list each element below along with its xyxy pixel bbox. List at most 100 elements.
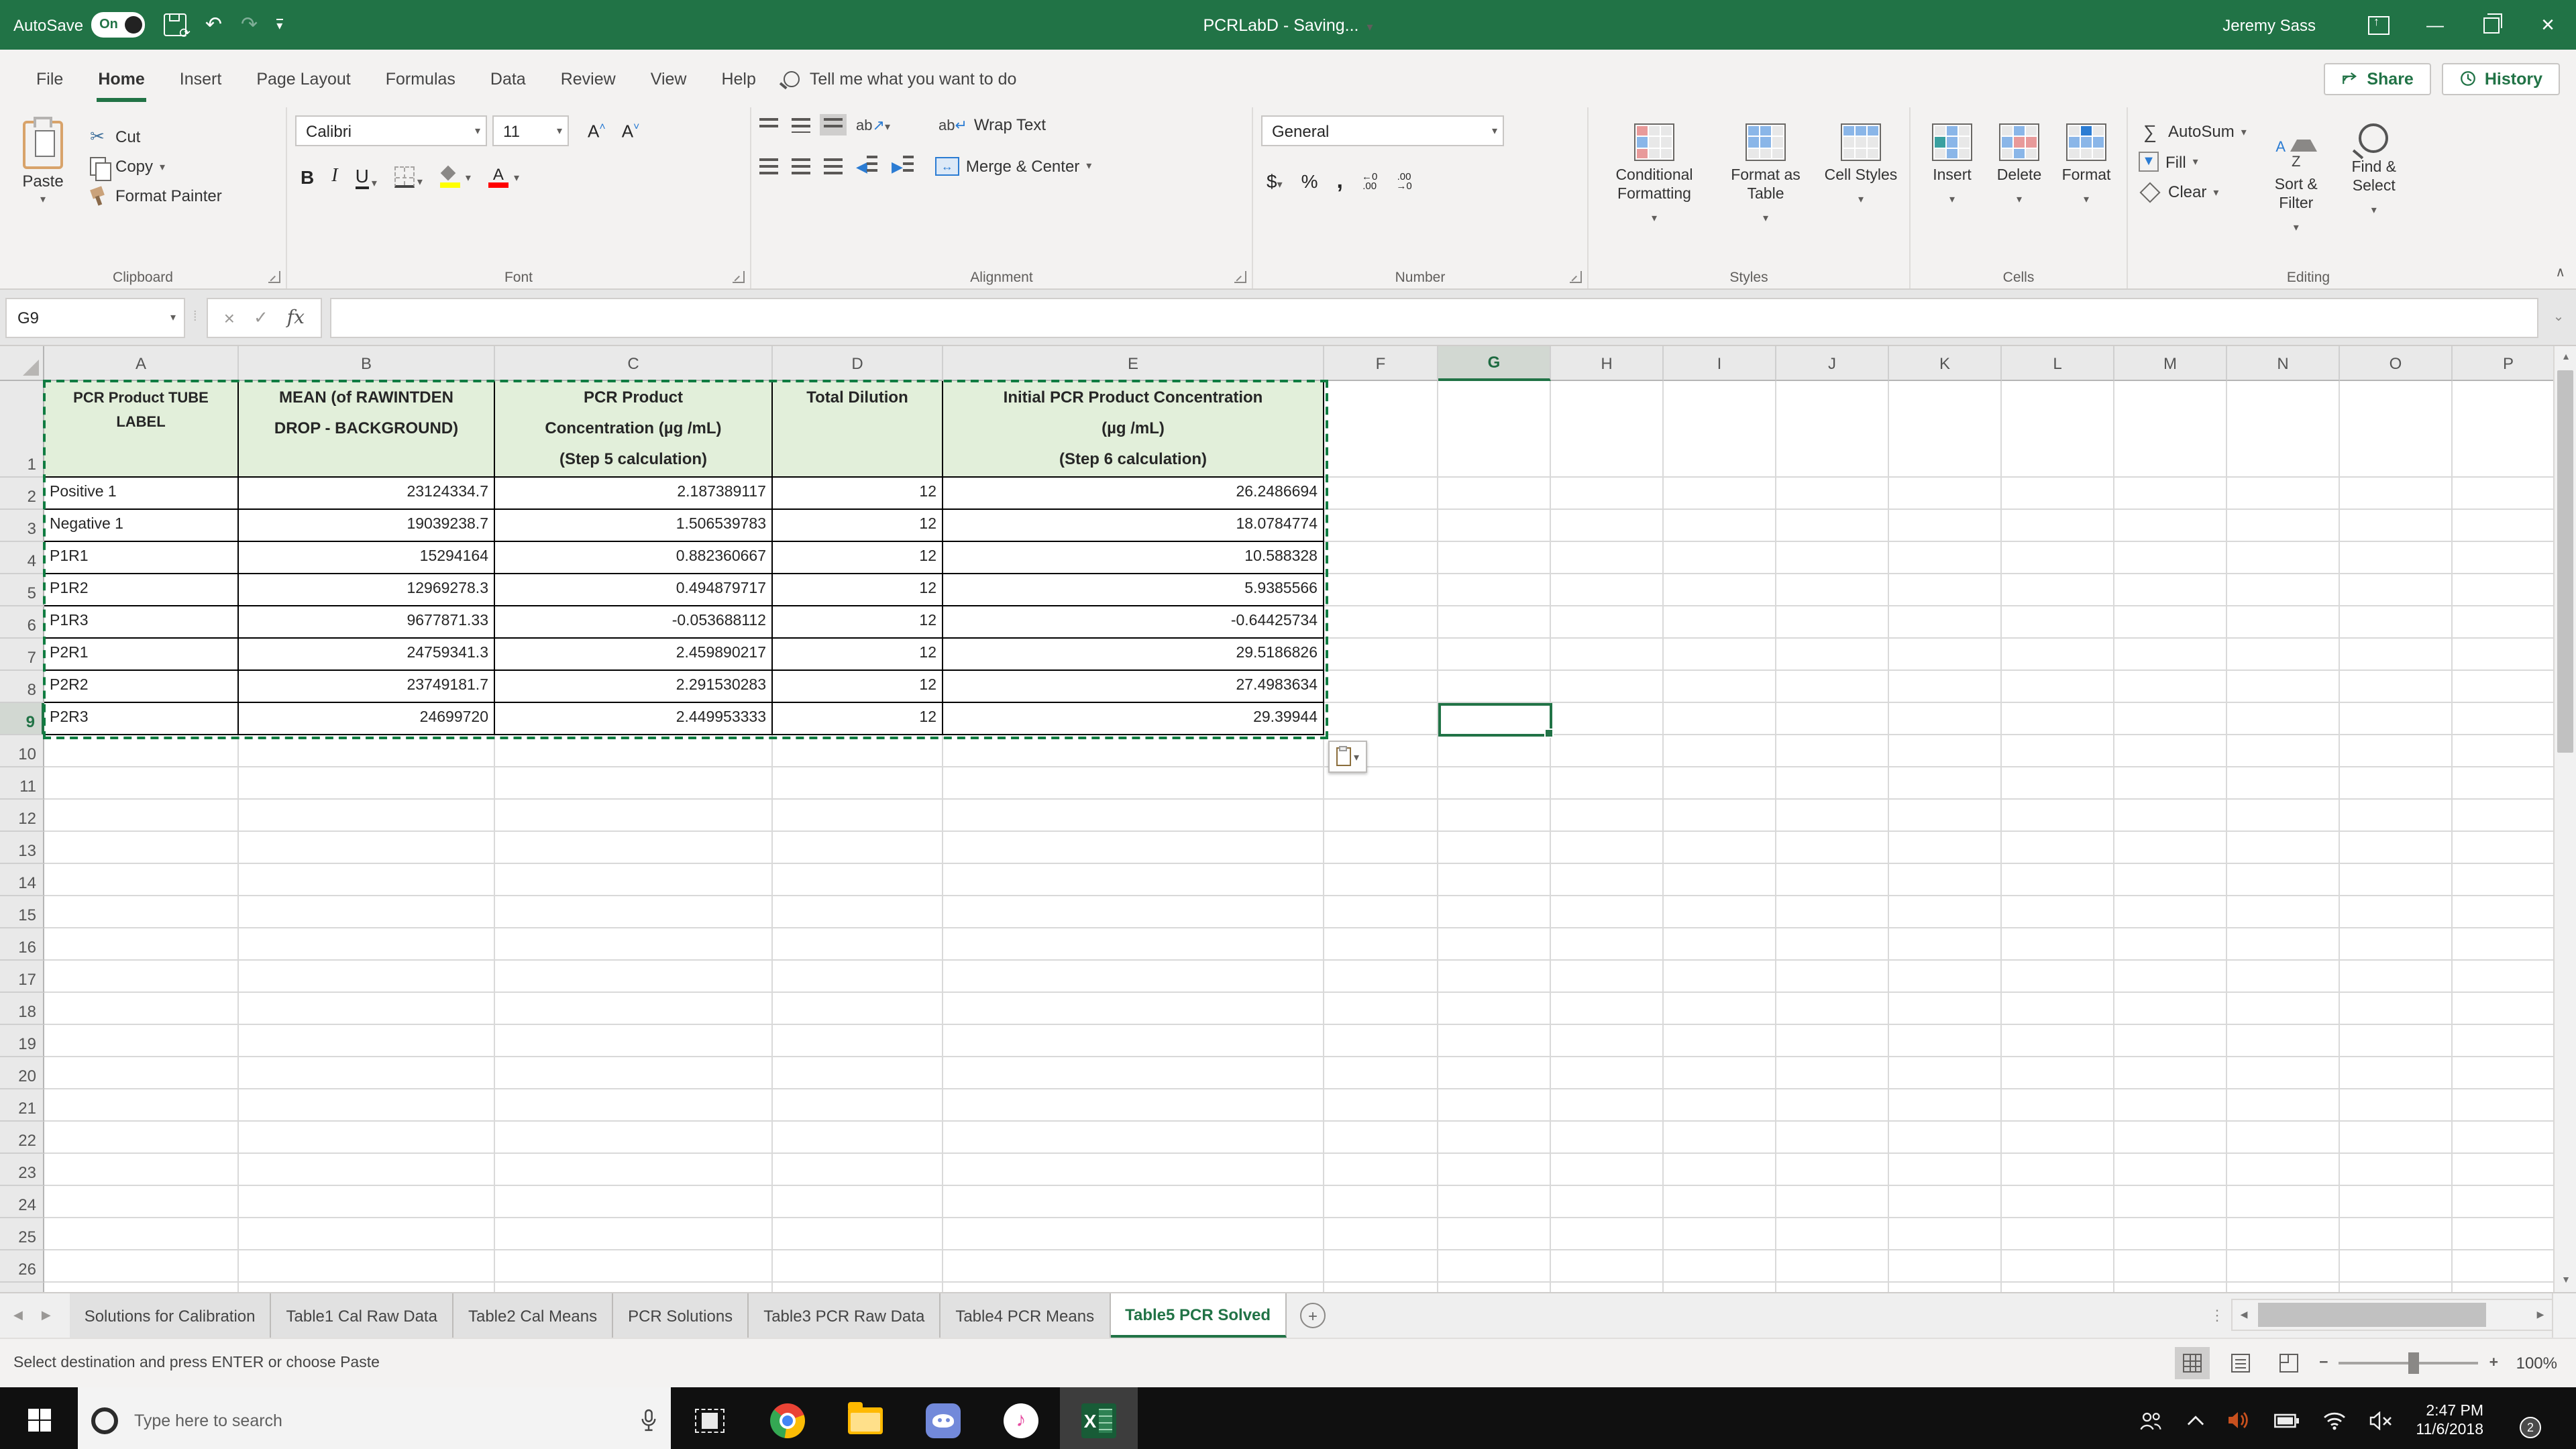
format-as-table-button[interactable]: Format as Table ▾: [1712, 115, 1819, 264]
column-header-D[interactable]: D: [773, 346, 943, 381]
cell-D6[interactable]: 12: [773, 606, 943, 639]
percent-style-button[interactable]: %: [1301, 170, 1318, 192]
cell-A5[interactable]: P1R2: [44, 574, 239, 606]
row-header-18[interactable]: 18: [0, 993, 44, 1025]
cell-D2[interactable]: 12: [773, 478, 943, 510]
tab-help[interactable]: Help: [704, 50, 773, 107]
cut-button[interactable]: ✂ Cut: [86, 126, 222, 148]
delete-cells-button[interactable]: Delete ▾: [1986, 115, 2053, 264]
speaker-muted-icon[interactable]: [2369, 1411, 2393, 1430]
enter-button[interactable]: ✓: [254, 307, 268, 328]
cell-B2[interactable]: 23124334.7: [239, 478, 495, 510]
taskbar-app-discord[interactable]: [904, 1387, 982, 1449]
tab-file[interactable]: File: [19, 50, 80, 107]
history-button[interactable]: History: [2441, 62, 2560, 95]
tab-review[interactable]: Review: [543, 50, 633, 107]
find-select-button[interactable]: Find & Select ▾: [2335, 115, 2413, 264]
cell-D9[interactable]: 12: [773, 703, 943, 735]
column-header-M[interactable]: M: [2114, 346, 2227, 381]
customize-qat-button[interactable]: ▾: [276, 18, 283, 32]
row-header-17[interactable]: 17: [0, 961, 44, 993]
table-header-cell-A1[interactable]: PCR Product TUBE LABEL: [44, 381, 239, 478]
tab-data[interactable]: Data: [473, 50, 543, 107]
hscroll-right-arrow[interactable]: ▶: [2529, 1309, 2552, 1320]
minimize-button[interactable]: —: [2407, 0, 2463, 50]
row-header-22[interactable]: 22: [0, 1122, 44, 1154]
formula-input[interactable]: [329, 297, 2538, 337]
cell-D5[interactable]: 12: [773, 574, 943, 606]
page-break-view-button[interactable]: [2271, 1347, 2306, 1379]
sort-filter-button[interactable]: AZ Sort & Filter ▾: [2257, 115, 2335, 264]
sheet-tab-table2-cal-means[interactable]: Table2 Cal Means: [453, 1293, 614, 1338]
vertical-scroll-thumb[interactable]: [2557, 370, 2573, 753]
cell-B8[interactable]: 23749181.7: [239, 671, 495, 703]
page-layout-view-button[interactable]: [2222, 1347, 2257, 1379]
decrease-indent-button[interactable]: ◀: [856, 156, 878, 176]
people-icon[interactable]: [2137, 1409, 2163, 1431]
tab-page-layout[interactable]: Page Layout: [239, 50, 368, 107]
autosave-toggle[interactable]: On: [91, 12, 145, 38]
row-header-7[interactable]: 7: [0, 639, 44, 671]
share-button[interactable]: Share: [2324, 62, 2431, 95]
font-color-button[interactable]: A: [488, 166, 508, 187]
cell-A9[interactable]: P2R3: [44, 703, 239, 735]
format-cells-button[interactable]: Format ▾: [2053, 115, 2120, 264]
row-header-1[interactable]: 1: [0, 381, 44, 478]
shrink-font-button[interactable]: A˅: [622, 121, 640, 142]
cell-D7[interactable]: 12: [773, 639, 943, 671]
merge-center-button[interactable]: ↔ Merge & Center ▾: [934, 156, 1091, 175]
top-align-button[interactable]: [759, 118, 778, 131]
hscroll-left-arrow[interactable]: ◀: [2233, 1309, 2255, 1320]
selected-cell-G9[interactable]: [1438, 703, 1554, 738]
volume-icon[interactable]: [2226, 1410, 2251, 1430]
normal-view-button[interactable]: [2174, 1347, 2210, 1379]
align-left-button[interactable]: [759, 158, 778, 174]
number-dialog-launcher[interactable]: [1570, 271, 1582, 283]
row-header-23[interactable]: 23: [0, 1154, 44, 1186]
comma-style-button[interactable]: ,: [1337, 168, 1343, 195]
cell-D8[interactable]: 12: [773, 671, 943, 703]
title-dropdown-icon[interactable]: ▾: [1367, 19, 1373, 33]
taskbar-search-box[interactable]: Type here to search: [78, 1387, 671, 1449]
sheet-tab-table3-pcr-raw-data[interactable]: Table3 PCR Raw Data: [749, 1293, 941, 1338]
font-size-combo[interactable]: 11 ▾: [492, 115, 569, 146]
task-view-button[interactable]: [671, 1387, 749, 1449]
grow-font-button[interactable]: A˄: [588, 121, 606, 142]
paste-options-button[interactable]: ▾: [1328, 741, 1367, 773]
sheet-tab-solutions-for-calibration[interactable]: Solutions for Calibration: [69, 1293, 272, 1338]
cell-E6[interactable]: -0.64425734: [943, 606, 1324, 639]
sheet-tab-table5-pcr-solved[interactable]: Table5 PCR Solved: [1110, 1293, 1287, 1338]
table-header-cell-B1[interactable]: MEAN (of RAWINTDEN DROP - BACKGROUND): [239, 381, 495, 478]
zoom-slider-thumb[interactable]: [2408, 1352, 2420, 1374]
decrease-decimal-button[interactable]: .00 →0: [1396, 172, 1411, 191]
row-header-11[interactable]: 11: [0, 767, 44, 800]
column-header-I[interactable]: I: [1664, 346, 1776, 381]
sheet-nav-left-icon[interactable]: ◀: [13, 1308, 23, 1323]
italic-button[interactable]: I: [331, 166, 337, 188]
row-header-13[interactable]: 13: [0, 832, 44, 864]
cell-B7[interactable]: 24759341.3: [239, 639, 495, 671]
row-header-16[interactable]: 16: [0, 928, 44, 961]
tell-me-box[interactable]: Tell me what you want to do: [784, 69, 1016, 88]
table-header-cell-E1[interactable]: Initial PCR Product Concentration (µg /m…: [943, 381, 1324, 478]
cell-E8[interactable]: 27.4983634: [943, 671, 1324, 703]
column-header-F[interactable]: F: [1324, 346, 1438, 381]
cell-styles-button[interactable]: Cell Styles ▾: [1819, 115, 1902, 264]
select-all-corner[interactable]: [0, 346, 44, 381]
format-painter-button[interactable]: Format Painter: [86, 185, 222, 207]
cell-A8[interactable]: P2R2: [44, 671, 239, 703]
taskbar-app-file-explorer[interactable]: [826, 1387, 904, 1449]
row-header-20[interactable]: 20: [0, 1057, 44, 1089]
column-header-B[interactable]: B: [239, 346, 495, 381]
cell-A4[interactable]: P1R1: [44, 542, 239, 574]
cell-B6[interactable]: 9677871.33: [239, 606, 495, 639]
cell-B3[interactable]: 19039238.7: [239, 510, 495, 542]
table-header-cell-D1[interactable]: Total Dilution: [773, 381, 943, 478]
cell-C3[interactable]: 1.506539783: [495, 510, 773, 542]
cell-C8[interactable]: 2.291530283: [495, 671, 773, 703]
row-header-12[interactable]: 12: [0, 800, 44, 832]
conditional-formatting-button[interactable]: Conditional Formatting ▾: [1597, 115, 1712, 264]
redo-button[interactable]: ↷: [241, 15, 258, 35]
collapse-ribbon-button[interactable]: ∧: [2555, 266, 2565, 280]
row-header-6[interactable]: 6: [0, 606, 44, 639]
